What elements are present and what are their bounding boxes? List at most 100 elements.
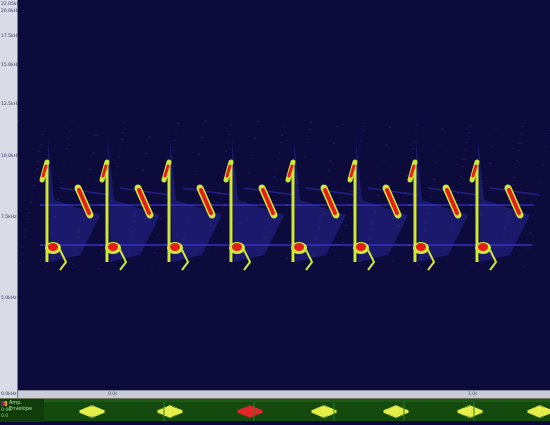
noise-speck — [177, 123, 179, 124]
noise-speck — [301, 173, 303, 174]
noise-speck — [498, 262, 500, 263]
noise-speck — [412, 148, 414, 149]
noise-speck — [145, 153, 147, 154]
noise-speck — [348, 208, 350, 209]
noise-speck — [174, 140, 176, 141]
noise-speck — [69, 131, 71, 132]
noise-speck — [172, 150, 174, 151]
noise-speck — [362, 130, 364, 131]
noise-speck — [151, 269, 153, 270]
noise-speck — [254, 138, 256, 139]
noise-speck — [365, 263, 367, 264]
noise-speck — [460, 176, 462, 177]
noise-speck — [42, 134, 44, 135]
noise-speck — [530, 232, 532, 233]
noise-speck — [304, 156, 306, 157]
spectrogram-canvas — [18, 0, 550, 390]
overview-info: 0:00 — [1, 408, 12, 413]
noise-speck — [277, 159, 279, 160]
noise-speck — [280, 142, 282, 143]
syllable-blob-core — [170, 243, 180, 251]
noise-speck — [204, 120, 206, 121]
syllable-blob-core — [294, 243, 304, 251]
noise-speck — [24, 236, 26, 237]
noise-speck — [21, 253, 23, 254]
noise-speck — [466, 142, 468, 143]
noise-speck — [195, 171, 197, 172]
noise-speck — [539, 181, 541, 182]
noise-speck — [39, 151, 41, 152]
noise-speck — [309, 129, 311, 130]
noise-speck — [281, 135, 283, 136]
spectrogram-view[interactable] — [18, 0, 550, 390]
ruler-tick-label: 10.0kHz — [1, 154, 20, 159]
noise-speck — [40, 144, 42, 145]
noise-speck — [436, 162, 438, 163]
noise-speck — [521, 133, 523, 134]
noise-speck — [430, 196, 432, 197]
noise-speck — [418, 264, 420, 265]
noise-speck — [31, 195, 33, 196]
noise-speck — [286, 258, 288, 259]
noise-speck — [457, 193, 459, 194]
noise-speck — [257, 121, 259, 122]
noise-speck — [492, 146, 494, 147]
noise-speck — [522, 126, 524, 127]
overview-header: Amp. Envelope 0:00 0.0 — [0, 399, 44, 422]
noise-speck — [57, 199, 59, 200]
noise-speck — [465, 149, 467, 150]
spectrogram-background — [18, 0, 550, 390]
noise-speck — [392, 260, 394, 261]
overview-track[interactable] — [44, 402, 550, 421]
syllable-blob-core — [416, 243, 426, 251]
noise-speck — [216, 202, 218, 203]
noise-speck — [359, 147, 361, 148]
overview-waveform — [79, 402, 550, 421]
noise-speck — [383, 161, 385, 162]
ruler-tick-label: 20.0kHz — [1, 9, 20, 14]
noise-speck — [68, 138, 70, 139]
noise-speck — [406, 182, 408, 183]
time-scrollbar[interactable]: 0.0s 1.0s — [18, 390, 550, 398]
noise-speck — [377, 195, 379, 196]
noise-speck — [28, 212, 30, 213]
noise-speck — [389, 127, 391, 128]
noise-speck — [251, 155, 253, 156]
noise-speck — [468, 132, 470, 133]
noise-speck — [122, 132, 124, 133]
noise-speck — [345, 225, 347, 226]
noise-speck — [289, 241, 291, 242]
noise-speck — [471, 265, 473, 266]
noise-speck — [439, 145, 441, 146]
noise-speck — [34, 178, 36, 179]
noise-speck — [222, 168, 224, 169]
syllable-blob-core — [232, 243, 242, 251]
noise-speck — [221, 175, 223, 176]
noise-speck — [245, 189, 247, 190]
noise-speck — [115, 173, 117, 174]
noise-speck — [118, 156, 120, 157]
noise-speck — [463, 159, 465, 160]
noise-speck — [89, 169, 91, 170]
syllable-blob-core — [48, 243, 58, 251]
overview-label: Amp. Envelope — [9, 400, 33, 412]
noise-speck — [459, 183, 461, 184]
noise-speck — [163, 201, 165, 202]
noise-speck — [351, 191, 353, 192]
noise-speck — [442, 128, 444, 129]
noise-speck — [333, 143, 335, 144]
noise-speck — [22, 246, 24, 247]
noise-speck — [339, 259, 341, 260]
noise-speck — [495, 129, 497, 130]
noise-speck — [363, 123, 365, 124]
noise-speck — [72, 264, 74, 265]
noise-speck — [227, 141, 229, 142]
noise-speck — [66, 148, 68, 149]
overview-pane[interactable]: Amp. Envelope 0:00 0.0 — [0, 398, 550, 422]
ruler-tick-label: 0.0kHz — [1, 392, 17, 397]
noise-speck — [330, 160, 332, 161]
noise-speck — [207, 253, 209, 254]
noise-speck — [125, 265, 127, 266]
noise-speck — [224, 158, 226, 159]
syllable-blob-core — [356, 243, 366, 251]
